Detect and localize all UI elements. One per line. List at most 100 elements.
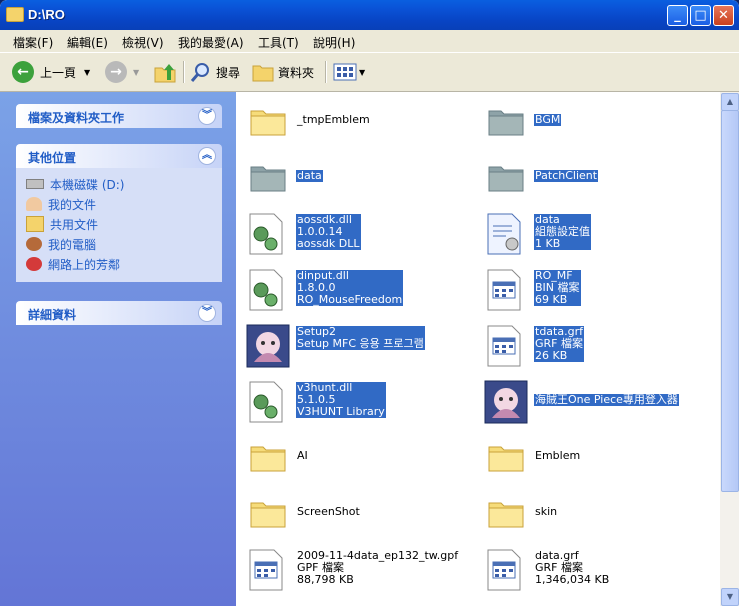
file-label: aossdk.dll 1.0.0.14 aossdk DLL: [296, 214, 361, 250]
config-icon: [484, 212, 528, 256]
menu-help[interactable]: 說明(H): [313, 34, 355, 51]
minimize-button[interactable]: _: [667, 5, 688, 26]
vertical-scrollbar[interactable]: ▲ ▼: [720, 92, 739, 606]
up-folder-button[interactable]: [153, 60, 177, 84]
expand-chevron-icon[interactable]: ︾: [198, 304, 216, 322]
search-label: 搜尋: [216, 65, 241, 80]
file-item[interactable]: Emblem: [478, 434, 708, 482]
file-name: Emblem: [535, 449, 581, 462]
file-item[interactable]: RO_MF BIN 檔案 69 KB: [478, 266, 708, 314]
link-my-documents[interactable]: 我的文件: [26, 194, 212, 214]
back-arrow-icon: ←: [12, 61, 34, 83]
collapse-chevron-icon[interactable]: ︽: [198, 147, 216, 165]
folders-button[interactable]: 資料夾: [252, 60, 314, 84]
menu-view[interactable]: 檢視(V): [122, 34, 164, 51]
file-item[interactable]: _tmpEmblem: [240, 98, 470, 146]
views-button[interactable]: ▼: [333, 60, 365, 84]
file-item[interactable]: aossdk.dll 1.0.0.14 aossdk DLL: [240, 210, 470, 258]
forward-arrow-icon: →: [105, 61, 127, 83]
link-local-disk[interactable]: 本機磁碟 (D:): [26, 174, 212, 194]
my-computer-icon: [26, 237, 42, 251]
maximize-button[interactable]: □: [690, 5, 711, 26]
file-detail: V3HUNT Library: [296, 405, 386, 418]
file-name: PatchClient: [534, 169, 599, 182]
dropdown-arrow-icon[interactable]: ▼: [359, 68, 365, 77]
menu-bar: 檔案(F) 編輯(E) 檢視(V) 我的最愛(A) 工具(T) 說明(H): [0, 30, 739, 79]
close-button[interactable]: ✕: [713, 5, 734, 26]
details-panel: 詳細資料 ︾: [16, 301, 222, 325]
file-item[interactable]: data.grf GRF 檔案 1,346,034 KB: [478, 546, 708, 594]
file-name: BGM: [534, 113, 562, 126]
menu-edit[interactable]: 編輯(E): [67, 34, 108, 51]
my-documents-icon: [26, 197, 42, 211]
file-detail: 1,346,034 KB: [535, 573, 610, 586]
file-list: _tmpEmblem BGM data PatchClient aossdk.dll 1.…: [236, 92, 720, 606]
menu-favorites[interactable]: 我的最愛(A): [178, 34, 244, 51]
link-label: 共用文件: [50, 217, 99, 232]
toolbar: ← 上一頁 ▼ → ▼ 搜尋 資料夾 ▼: [0, 53, 739, 92]
file-label: data: [296, 170, 323, 182]
file-tasks-panel: 檔案及資料夾工作 ︾: [16, 104, 222, 128]
link-shared-documents[interactable]: 共用文件: [26, 214, 212, 234]
dropdown-arrow-icon[interactable]: ▼: [84, 68, 90, 77]
search-button[interactable]: 搜尋: [190, 60, 240, 84]
link-label: 本機磁碟 (D:): [50, 177, 125, 192]
menu-file[interactable]: 檔案(F): [13, 34, 53, 51]
menu-tools[interactable]: 工具(T): [258, 34, 299, 51]
file-item[interactable]: 海賊王One Piece專用登入器: [478, 378, 708, 426]
generic-file-icon: [484, 324, 528, 368]
folder-icon: [484, 492, 528, 536]
link-my-computer[interactable]: 我的電腦: [26, 234, 212, 254]
folders-icon: [252, 65, 274, 82]
folder-icon: [246, 100, 290, 144]
scrollbar-thumb[interactable]: [721, 110, 739, 492]
title-bar[interactable]: D:\RO _ □ ✕: [0, 0, 739, 30]
app-icon: [246, 324, 290, 368]
link-network-places[interactable]: 網路上的芳鄰: [26, 254, 212, 274]
file-tasks-header[interactable]: 檔案及資料夾工作 ︾: [16, 104, 222, 128]
file-item[interactable]: PatchClient: [478, 154, 708, 202]
details-title: 詳細資料: [28, 308, 77, 322]
file-item[interactable]: BGM: [478, 98, 708, 146]
file-item[interactable]: tdata.grf GRF 檔案 26 KB: [478, 322, 708, 370]
toolbar-separator: [183, 61, 185, 83]
file-item[interactable]: data 組態設定值 1 KB: [478, 210, 708, 258]
folder-icon: [246, 492, 290, 536]
file-detail: Setup MFC 응용 프로그램: [296, 337, 425, 350]
file-item[interactable]: skin: [478, 490, 708, 538]
file-item[interactable]: Setup2 Setup MFC 응용 프로그램: [240, 322, 470, 370]
folder-icon: [246, 436, 290, 480]
other-places-header[interactable]: 其他位置 ︽: [16, 144, 222, 168]
file-label: 2009-11-4data_ep132_tw.gpf GPF 檔案 88,798 K…: [296, 550, 459, 586]
scroll-up-button[interactable]: ▲: [721, 93, 739, 111]
file-item[interactable]: data: [240, 154, 470, 202]
forward-button[interactable]: → ▼: [105, 60, 139, 84]
generic-file-icon: [484, 268, 528, 312]
folder-icon: [6, 7, 24, 22]
expand-chevron-icon[interactable]: ︾: [198, 107, 216, 125]
file-name: AI: [297, 449, 308, 462]
dll-icon: [246, 380, 290, 424]
file-item[interactable]: 2009-11-4data_ep132_tw.gpf GPF 檔案 88,798 K…: [240, 546, 470, 594]
file-detail: 69 KB: [534, 294, 581, 306]
file-label: RO_MF BIN 檔案 69 KB: [534, 270, 581, 306]
file-label: v3hunt.dll 5.1.0.5 V3HUNT Library: [296, 382, 386, 418]
drive-icon: [26, 179, 44, 189]
dropdown-arrow-icon[interactable]: ▼: [133, 68, 139, 77]
file-detail: 1 KB: [534, 238, 591, 250]
details-header[interactable]: 詳細資料 ︾: [16, 301, 222, 325]
back-label: 上一頁: [40, 65, 77, 80]
file-item[interactable]: ScreenShot: [240, 490, 470, 538]
other-places-title: 其他位置: [28, 151, 77, 165]
file-tasks-title: 檔案及資料夾工作: [28, 111, 125, 125]
views-icon: [333, 63, 357, 81]
file-item[interactable]: AI: [240, 434, 470, 482]
file-label: data 組態設定值 1 KB: [534, 214, 591, 250]
file-label: BGM: [534, 113, 562, 126]
file-item[interactable]: v3hunt.dll 5.1.0.5 V3HUNT Library: [240, 378, 470, 426]
file-item[interactable]: dinput.dll 1.8.0.0 RO_MouseFreedom: [240, 266, 470, 314]
scroll-down-button[interactable]: ▼: [721, 588, 739, 606]
file-name: ScreenShot: [297, 505, 360, 518]
back-button[interactable]: ← 上一頁 ▼: [12, 60, 90, 84]
explorer-window: D:\RO _ □ ✕ 檔案(F) 編輯(E) 檢視(V) 我的最愛(A) 工具…: [0, 0, 739, 606]
